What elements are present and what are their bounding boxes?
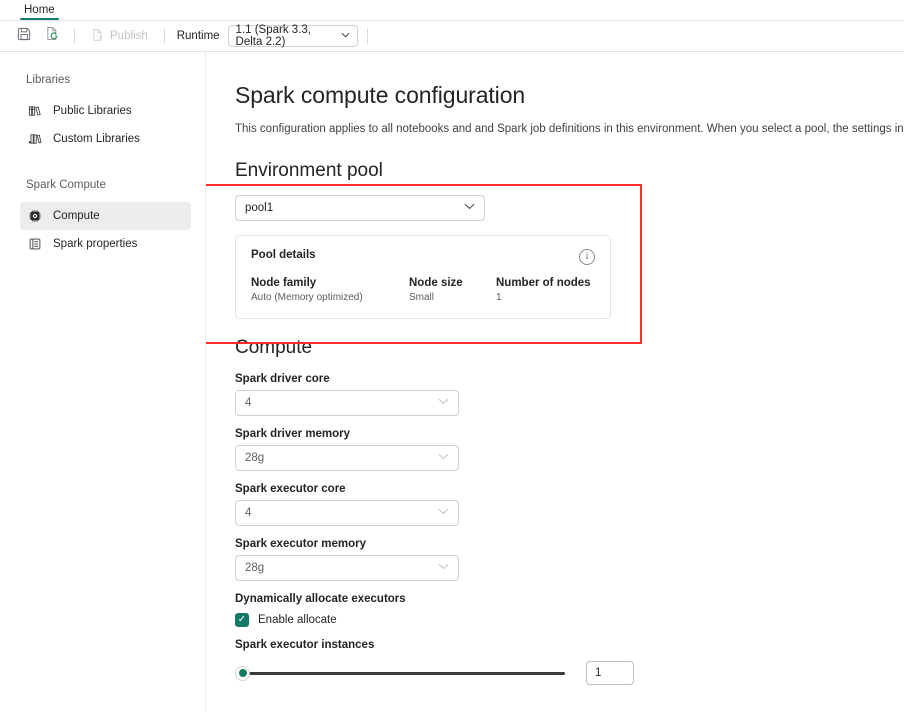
field-spark-driver-memory: Spark driver memory 28g: [235, 428, 904, 471]
tab-home[interactable]: Home: [14, 4, 65, 20]
ribbon-tabstrip: Home: [0, 0, 904, 21]
field-spark-driver-core: Spark driver core 4: [235, 373, 904, 416]
app-shell: Libraries Public Libraries: [0, 52, 904, 712]
spark-driver-memory-label: Spark driver memory: [235, 428, 904, 440]
spark-properties-icon: [27, 236, 43, 252]
public-libraries-icon: [27, 103, 43, 119]
toolbar-separator-2: [164, 29, 165, 44]
publish-document-icon: [91, 28, 105, 45]
pool-detail-node-size-header: Node size: [409, 277, 496, 289]
spark-executor-memory-dropdown[interactable]: 28g: [235, 555, 459, 581]
publish-button[interactable]: Publish: [84, 24, 155, 48]
spark-executor-memory-label: Spark executor memory: [235, 538, 904, 550]
chevron-down-icon: [438, 453, 449, 463]
pool-detail-number-of-nodes-header: Number of nodes: [496, 277, 591, 289]
save-as-refresh-icon: [45, 26, 60, 46]
compute-chip-icon: [27, 208, 43, 224]
save-as-button[interactable]: [39, 24, 65, 48]
checkmark-icon: ✓: [238, 615, 246, 625]
field-spark-executor-core: Spark executor core 4: [235, 483, 904, 526]
spark-executor-instances-slider[interactable]: [235, 664, 565, 682]
chevron-down-icon: [341, 31, 350, 41]
sidebar-item-custom-libraries-label: Custom Libraries: [53, 133, 140, 145]
pool-detail-number-of-nodes-value: 1: [496, 292, 591, 303]
sidebar-item-public-libraries-label: Public Libraries: [53, 105, 132, 117]
enable-allocate-row[interactable]: ✓ Enable allocate: [235, 613, 904, 627]
spark-executor-instances-input[interactable]: 1: [586, 661, 634, 685]
pool-detail-node-size-value: Small: [409, 292, 496, 303]
sidebar-item-compute-label: Compute: [53, 210, 100, 222]
field-spark-executor-memory: Spark executor memory 28g: [235, 538, 904, 581]
spark-executor-instances-label: Spark executor instances: [235, 639, 904, 651]
pool-details-header: Pool details i: [251, 249, 595, 265]
sidebar-item-spark-properties-label: Spark properties: [53, 238, 137, 250]
publish-label: Publish: [110, 30, 148, 42]
toolbar: Publish Runtime 1.1 (Spark 3.3, Delta 2.…: [0, 21, 904, 52]
tab-home-label: Home: [24, 4, 55, 16]
sidebar-group-spark-compute-title: Spark Compute: [0, 179, 205, 191]
pool-detail-node-family: Node family Auto (Memory optimized): [251, 277, 409, 303]
spark-driver-core-dropdown[interactable]: 4: [235, 390, 459, 416]
page-title: Spark compute configuration: [235, 82, 904, 109]
pool-details-card: Pool details i Node family Auto (Memory …: [235, 235, 611, 319]
spark-driver-core-label: Spark driver core: [235, 373, 904, 385]
sidebar-item-spark-properties[interactable]: Spark properties: [20, 230, 191, 258]
chevron-down-icon: [438, 398, 449, 408]
sidebar: Libraries Public Libraries: [0, 52, 206, 712]
page-description: This configuration applies to all notebo…: [235, 123, 904, 135]
spark-executor-core-value: 4: [245, 507, 251, 519]
environment-pool-dropdown[interactable]: pool1: [235, 195, 485, 221]
dynamic-allocation-label: Dynamically allocate executors: [235, 593, 904, 605]
spark-driver-memory-value: 28g: [245, 452, 264, 464]
slider-track: [242, 672, 565, 675]
spark-executor-core-label: Spark executor core: [235, 483, 904, 495]
sidebar-item-public-libraries[interactable]: Public Libraries: [20, 97, 191, 125]
compute-section-title: Compute: [235, 337, 904, 359]
environment-pool-value: pool1: [245, 202, 273, 214]
spark-executor-core-dropdown[interactable]: 4: [235, 500, 459, 526]
field-spark-executor-instances: Spark executor instances 1: [235, 639, 904, 685]
slider-thumb[interactable]: [235, 666, 250, 681]
pool-detail-node-family-value: Auto (Memory optimized): [251, 292, 409, 303]
spark-driver-memory-dropdown[interactable]: 28g: [235, 445, 459, 471]
save-icon: [17, 26, 32, 46]
enable-allocate-label: Enable allocate: [258, 614, 337, 626]
spark-executor-instances-value: 1: [595, 667, 601, 679]
pool-detail-number-of-nodes: Number of nodes 1: [496, 277, 591, 303]
pool-details-columns: Node family Auto (Memory optimized) Node…: [251, 277, 595, 303]
runtime-label: Runtime: [174, 30, 226, 42]
chevron-down-icon: [464, 203, 475, 213]
field-dynamic-allocation: Dynamically allocate executors ✓ Enable …: [235, 593, 904, 627]
pool-detail-node-family-header: Node family: [251, 277, 409, 289]
runtime-dropdown[interactable]: 1.1 (Spark 3.3, Delta 2.2): [228, 25, 358, 47]
pool-detail-node-size: Node size Small: [409, 277, 496, 303]
main-content: Spark compute configuration This configu…: [206, 52, 904, 712]
spark-executor-instances-slider-row: 1: [235, 661, 904, 685]
sidebar-item-custom-libraries[interactable]: Custom Libraries: [20, 125, 191, 153]
toolbar-separator-1: [74, 29, 75, 44]
spark-driver-core-value: 4: [245, 397, 251, 409]
runtime-value: 1.1 (Spark 3.3, Delta 2.2): [236, 24, 341, 48]
info-circle-icon[interactable]: i: [579, 249, 595, 265]
chevron-down-icon: [438, 508, 449, 518]
sidebar-item-compute[interactable]: Compute: [20, 202, 191, 230]
chevron-down-icon: [438, 563, 449, 573]
custom-libraries-icon: [27, 131, 43, 147]
environment-pool-title: Environment pool: [235, 160, 904, 182]
pool-details-title: Pool details: [251, 249, 316, 261]
save-button[interactable]: [11, 24, 37, 48]
spark-executor-memory-value: 28g: [245, 562, 264, 574]
sidebar-group-libraries-title: Libraries: [0, 74, 205, 86]
enable-allocate-checkbox[interactable]: ✓: [235, 613, 249, 627]
toolbar-separator-3: [367, 29, 368, 44]
